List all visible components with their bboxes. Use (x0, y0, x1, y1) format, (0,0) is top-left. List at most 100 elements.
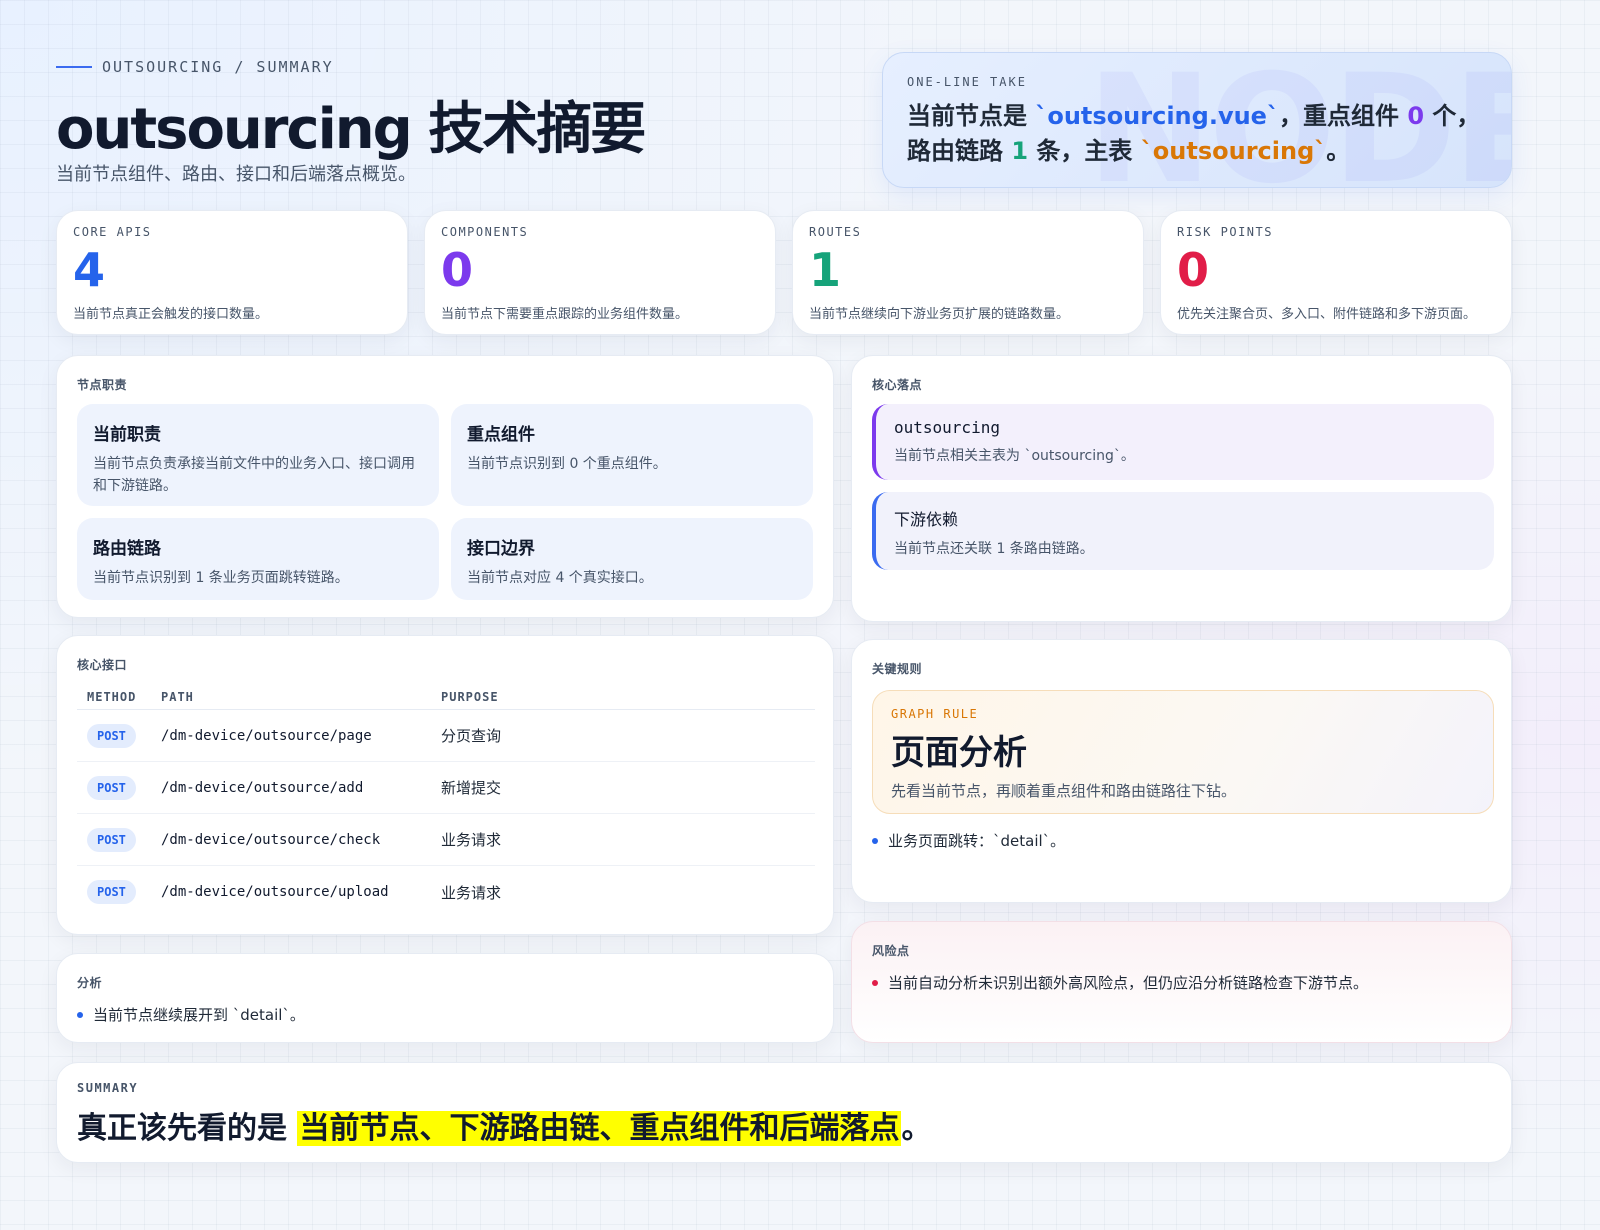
landing-item-title: 下游依赖 (894, 510, 959, 529)
duty-tile: 接口边界 当前节点对应 4 个真实接口。 (451, 518, 813, 600)
stat-desc: 当前节点下需要重点跟踪的业务组件数量。 (441, 307, 689, 322)
card-label: 核心接口 (77, 658, 128, 672)
api-table: METHOD PATH PURPOSE POST /dm-device/outs… (77, 684, 815, 918)
risk-card: 风险点 当前自动分析未识别出额外高风险点，但仍应沿分析链路检查下游节点。 (851, 921, 1512, 1043)
stat-desc: 当前节点继续向下游业务页扩展的链路数量。 (809, 307, 1070, 322)
api-purpose: 新增提交 (441, 779, 502, 797)
landing-item-desc: 当前节点还关联 1 条路由链路。 (894, 541, 1094, 557)
take-table: `outsourcing` (1140, 137, 1327, 165)
header-method: METHOD (87, 689, 137, 704)
stat-label: RISK POINTS (1177, 225, 1273, 239)
method-badge: POST (87, 827, 136, 852)
tile-desc: 当前节点负责承接当前文件中的业务入口、接口调用和下游链路。 (93, 456, 415, 494)
table-row: POST /dm-device/outsource/check 业务请求 (77, 814, 815, 866)
take-text: 当前节点是 `outsourcing.vue`，重点组件 0 个，路由链路 1 … (907, 99, 1487, 169)
bullet-text: 当前节点继续展开到 `detail`。 (93, 1006, 305, 1024)
stat-card-core-apis: CORE APIS 4 当前节点真正会触发的接口数量。 (56, 210, 408, 335)
card-label: 节点职责 (77, 378, 128, 392)
card-label: 核心落点 (872, 378, 923, 392)
stat-value: 0 (1177, 243, 1210, 297)
api-path: /dm-device/outsource/upload (161, 884, 389, 900)
summary-prefix: 真正该先看的是 (77, 1111, 298, 1146)
table-header: METHOD PATH PURPOSE (77, 684, 815, 710)
card-label: 分析 (77, 976, 103, 990)
stat-value: 0 (441, 243, 474, 297)
summary-card: SUMMARY 真正该先看的是 当前节点、下游路由链、重点组件和后端落点。 (56, 1062, 1512, 1163)
table-row: POST /dm-device/outsource/upload 业务请求 (77, 866, 815, 918)
core-apis-card: 核心接口 METHOD PATH PURPOSE POST /dm-device… (56, 635, 834, 935)
bullet-text: 当前自动分析未识别出额外高风险点，但仍应沿分析链路检查下游节点。 (888, 974, 1369, 992)
tile-title: 重点组件 (467, 425, 535, 445)
method-badge: POST (87, 723, 136, 748)
table-row: POST /dm-device/outsource/page 分页查询 (77, 710, 815, 762)
card-label: 风险点 (872, 944, 910, 958)
tile-title: 接口边界 (467, 539, 535, 559)
tile-desc: 当前节点识别到 0 个重点组件。 (467, 456, 667, 472)
stat-label: COMPONENTS (441, 225, 529, 239)
card-label: 关键规则 (872, 662, 923, 676)
header-purpose: PURPOSE (441, 689, 499, 704)
stat-card-routes: ROUTES 1 当前节点继续向下游业务页扩展的链路数量。 (792, 210, 1144, 335)
take-text-part: ，重点组件 (1278, 102, 1408, 130)
rule-label: GRAPH RULE (891, 707, 979, 721)
take-text-part: 当前节点是 (907, 102, 1036, 130)
stat-desc: 优先关注聚合页、多入口、附件链路和多下游页面。 (1177, 307, 1477, 322)
eyebrow-text: OUTSOURCING / SUMMARY (102, 58, 334, 76)
method-badge: POST (87, 880, 136, 904)
duty-tile: 当前职责 当前节点负责承接当前文件中的业务入口、接口调用和下游链路。 (77, 404, 439, 506)
bullet-dot (872, 837, 878, 844)
take-components: 0 (1407, 102, 1425, 130)
bullet-dot (872, 979, 878, 986)
eyebrow-line (56, 66, 92, 68)
page-title: outsourcing 技术摘要 (56, 97, 646, 162)
summary-text: 真正该先看的是 当前节点、下游路由链、重点组件和后端落点。 (77, 1103, 1491, 1147)
duty-tile: 路由链路 当前节点识别到 1 条业务页面跳转链路。 (77, 518, 439, 600)
card-label: SUMMARY (77, 1081, 139, 1095)
api-path: /dm-device/outsource/check (161, 831, 381, 848)
api-purpose: 分页查询 (441, 727, 502, 745)
rule-desc: 先看当前节点，再顺着重点组件和路由链路往下钻。 (891, 782, 1237, 800)
bullet-text: 业务页面跳转：`detail`。 (888, 832, 1066, 850)
page-subtitle: 当前节点组件、路由、接口和后端落点概览。 (56, 164, 416, 185)
take-routes: 1 (1011, 137, 1029, 165)
tile-desc: 当前节点识别到 1 条业务页面跳转链路。 (93, 570, 349, 586)
node-duty-card: 节点职责 当前职责 当前节点负责承接当前文件中的业务入口、接口调用和下游链路。 … (56, 355, 834, 618)
tile-title: 当前职责 (93, 425, 161, 445)
stat-value: 1 (809, 243, 842, 297)
stat-card-components: COMPONENTS 0 当前节点下需要重点跟踪的业务组件数量。 (424, 210, 776, 335)
table-row: POST /dm-device/outsource/add 新增提交 (77, 762, 815, 814)
header-path: PATH (161, 689, 194, 704)
stat-label: CORE APIS (73, 225, 152, 239)
risk-bullet: 当前自动分析未识别出额外高风险点，但仍应沿分析链路检查下游节点。 (872, 972, 1368, 993)
stat-card-risk-points: RISK POINTS 0 优先关注聚合页、多入口、附件链路和多下游页面。 (1160, 210, 1512, 335)
graph-rule-box: GRAPH RULE 页面分析 先看当前节点，再顺着重点组件和路由链路往下钻。 (872, 690, 1494, 814)
method-badge: POST (87, 775, 136, 800)
stat-value: 4 (73, 243, 106, 297)
take-label: ONE-LINE TAKE (907, 75, 1027, 89)
one-line-take-card: NODE ONE-LINE TAKE 当前节点是 `outsourcing.vu… (882, 52, 1512, 188)
api-path: /dm-device/outsource/add (161, 779, 364, 796)
analysis-card: 分析 当前节点继续展开到 `detail`。 (56, 953, 834, 1043)
take-text-part: 条，主表 (1028, 137, 1141, 165)
take-file: `outsourcing.vue` (1035, 102, 1279, 130)
landing-item: 下游依赖 当前节点还关联 1 条路由链路。 (872, 492, 1494, 570)
tile-title: 路由链路 (93, 539, 161, 559)
core-landing-card: 核心落点 outsourcing 当前节点相关主表为 `outsourcing`… (851, 355, 1512, 622)
api-purpose: 业务请求 (441, 883, 502, 902)
analysis-bullet: 当前节点继续展开到 `detail`。 (77, 1004, 305, 1025)
duty-tile: 重点组件 当前节点识别到 0 个重点组件。 (451, 404, 813, 506)
landing-item-title: outsourcing (894, 418, 1000, 437)
landing-item: outsourcing 当前节点相关主表为 `outsourcing`。 (872, 404, 1494, 480)
eyebrow: OUTSOURCING / SUMMARY (56, 58, 334, 76)
bullet-dot (77, 1011, 83, 1018)
rule-bullet: 业务页面跳转：`detail`。 (872, 830, 1065, 851)
summary-suffix: 。 (901, 1111, 932, 1146)
api-path: /dm-device/outsource/page (161, 727, 372, 744)
stat-label: ROUTES (809, 225, 862, 239)
take-text-part: 。 (1326, 137, 1351, 165)
key-rules-card: 关键规则 GRAPH RULE 页面分析 先看当前节点，再顺着重点组件和路由链路… (851, 639, 1512, 903)
stat-desc: 当前节点真正会触发的接口数量。 (73, 307, 269, 322)
api-purpose: 业务请求 (441, 831, 502, 849)
summary-highlight: 当前节点、下游路由链、重点组件和后端落点 (297, 1111, 902, 1146)
landing-item-desc: 当前节点相关主表为 `outsourcing`。 (894, 448, 1135, 464)
